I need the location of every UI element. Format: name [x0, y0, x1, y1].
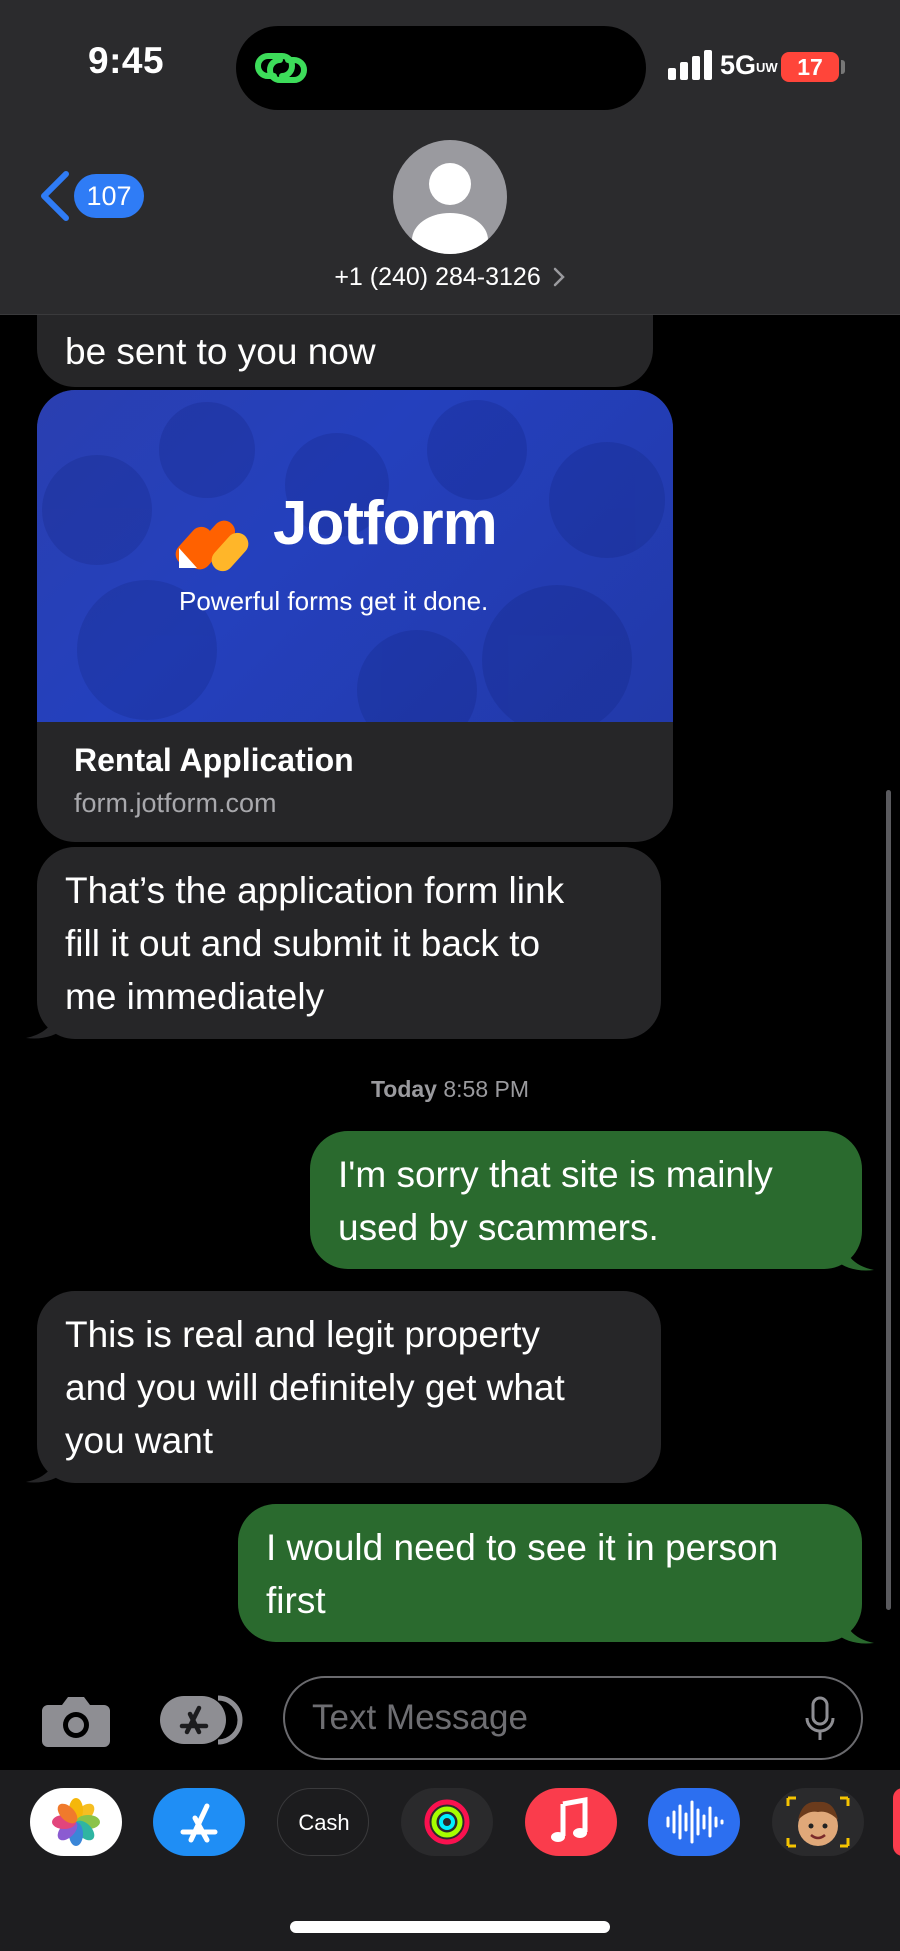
- network-label: 5G: [720, 50, 757, 80]
- music-app-icon[interactable]: [525, 1788, 617, 1856]
- battery-tip: [841, 60, 845, 74]
- message-input-placeholder: Text Message: [312, 1698, 528, 1737]
- person-icon: [412, 163, 488, 254]
- message-bubble-received[interactable]: That’s the application form link fill it…: [37, 847, 661, 1039]
- network-type: 5GUW: [720, 50, 778, 81]
- shared-link-icon: [255, 53, 307, 83]
- brand-tagline: Powerful forms get it done.: [179, 586, 489, 616]
- message-line: This is real and legit property: [65, 1314, 541, 1355]
- voice-memos-app-icon[interactable]: [648, 1788, 740, 1856]
- bubble-tail: [26, 1000, 64, 1039]
- message-line: and you will definitely get what: [65, 1367, 565, 1408]
- network-sub-label: UW: [756, 60, 778, 75]
- conversation-header: 9:45 5GUW 17 107 +1 (240) 284-3126: [0, 0, 900, 315]
- timestamp-time: 8:58 PM: [443, 1076, 530, 1102]
- bubble-tail: [26, 1444, 64, 1483]
- link-preview-image: Jotform Powerful forms get it done.: [37, 390, 673, 722]
- message-line: you want: [65, 1420, 214, 1461]
- header-divider: [0, 314, 900, 315]
- link-title: Rental Application: [74, 742, 354, 778]
- contact-number: +1 (240) 284-3126: [334, 263, 541, 291]
- contact-avatar[interactable]: [393, 140, 507, 254]
- message-line: me immediately: [65, 976, 325, 1017]
- link-domain: form.jotform.com: [74, 788, 277, 818]
- apple-cash-app-icon[interactable]: Cash: [277, 1788, 369, 1856]
- activity-app-icon[interactable]: [401, 1788, 493, 1856]
- bubble-tail: [836, 1232, 874, 1271]
- bubble-tail: [836, 1605, 874, 1644]
- unread-count-badge[interactable]: 107: [74, 174, 144, 218]
- battery-level: 17: [797, 54, 823, 80]
- photos-app-icon[interactable]: [30, 1788, 122, 1856]
- scrollbar[interactable]: [886, 790, 891, 1610]
- message-line: I would need to see it in person: [266, 1527, 779, 1568]
- home-indicator[interactable]: [290, 1921, 610, 1933]
- message-line: fill it out and submit it back to: [65, 923, 541, 964]
- contact-name[interactable]: +1 (240) 284-3126: [0, 263, 900, 292]
- app-store-icon[interactable]: [160, 1692, 244, 1748]
- battery-icon: 17: [781, 52, 839, 82]
- message-line: first: [266, 1580, 326, 1621]
- message-bubble-sent[interactable]: I would need to see it in person first: [238, 1504, 862, 1642]
- message-text: be sent to you now: [65, 331, 376, 372]
- cellular-signal-icon: [668, 50, 712, 80]
- status-time: 9:45: [88, 40, 165, 81]
- microphone-icon[interactable]: [805, 1696, 835, 1742]
- message-bubble-sent[interactable]: I'm sorry that site is mainly used by sc…: [310, 1131, 862, 1269]
- cash-label: Cash: [298, 1810, 350, 1835]
- message-line: I'm sorry that site is mainly: [338, 1154, 773, 1195]
- chevron-right-icon: [553, 267, 565, 287]
- message-line: used by scammers.: [338, 1207, 659, 1248]
- timestamp-day: Today: [370, 1076, 437, 1102]
- memoji-app-icon[interactable]: [772, 1788, 864, 1856]
- message-bubble-received[interactable]: This is real and legit property and you …: [37, 1291, 661, 1483]
- message-line: That’s the application form link: [65, 870, 565, 911]
- link-preview-card[interactable]: Jotform Powerful forms get it done. Rent…: [37, 390, 673, 842]
- brand-name: Jotform: [273, 489, 498, 558]
- more-app-icon[interactable]: [893, 1788, 900, 1856]
- app-store-app-icon[interactable]: [153, 1788, 245, 1856]
- camera-icon[interactable]: [40, 1693, 112, 1749]
- message-timestamp: Today 8:58 PM: [0, 1076, 900, 1103]
- chevron-left-icon[interactable]: [38, 170, 72, 222]
